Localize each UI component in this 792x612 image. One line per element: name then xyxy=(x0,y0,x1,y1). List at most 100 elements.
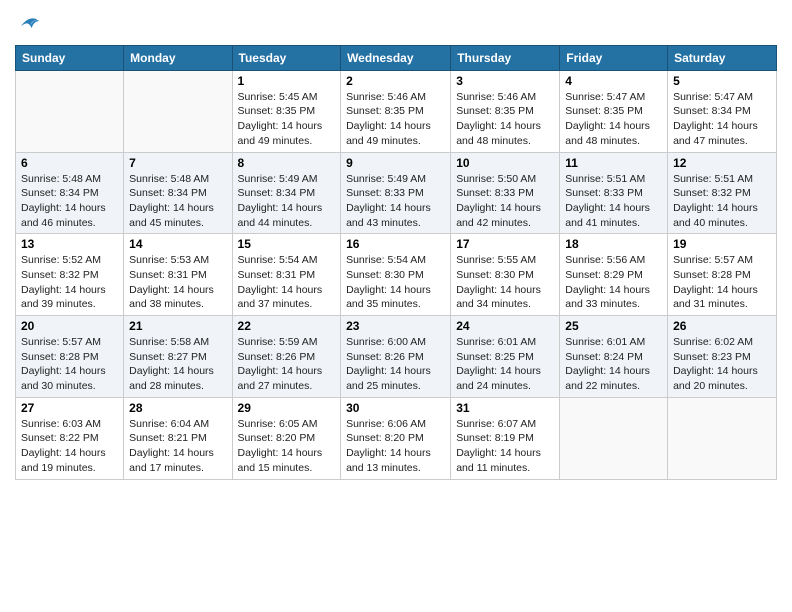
day-info: Sunrise: 6:06 AM Sunset: 8:20 PM Dayligh… xyxy=(346,417,445,476)
day-info: Sunrise: 6:02 AM Sunset: 8:23 PM Dayligh… xyxy=(673,335,771,394)
day-number: 21 xyxy=(129,319,226,333)
day-number: 31 xyxy=(456,401,554,415)
day-info: Sunrise: 6:00 AM Sunset: 8:26 PM Dayligh… xyxy=(346,335,445,394)
day-info: Sunrise: 5:45 AM Sunset: 8:35 PM Dayligh… xyxy=(238,90,336,149)
day-info: Sunrise: 5:49 AM Sunset: 8:33 PM Dayligh… xyxy=(346,172,445,231)
day-info: Sunrise: 5:48 AM Sunset: 8:34 PM Dayligh… xyxy=(21,172,118,231)
calendar-day-cell: 23 Sunrise: 6:00 AM Sunset: 8:26 PM Dayli… xyxy=(341,316,451,398)
calendar-week-row: 6 Sunrise: 5:48 AM Sunset: 8:34 PM Daylig… xyxy=(16,152,777,234)
day-number: 11 xyxy=(565,156,662,170)
day-info: Sunrise: 5:52 AM Sunset: 8:32 PM Dayligh… xyxy=(21,253,118,312)
day-number: 17 xyxy=(456,237,554,251)
calendar-day-cell: 14 Sunrise: 5:53 AM Sunset: 8:31 PM Dayli… xyxy=(124,234,232,316)
calendar-day-cell xyxy=(668,397,777,479)
calendar-day-cell xyxy=(16,70,124,152)
day-number: 8 xyxy=(238,156,336,170)
calendar-day-cell xyxy=(560,397,668,479)
day-info: Sunrise: 6:03 AM Sunset: 8:22 PM Dayligh… xyxy=(21,417,118,476)
day-info: Sunrise: 5:48 AM Sunset: 8:34 PM Dayligh… xyxy=(129,172,226,231)
day-number: 25 xyxy=(565,319,662,333)
weekday-header: Tuesday xyxy=(232,45,341,70)
day-number: 28 xyxy=(129,401,226,415)
day-info: Sunrise: 5:58 AM Sunset: 8:27 PM Dayligh… xyxy=(129,335,226,394)
day-number: 29 xyxy=(238,401,336,415)
day-info: Sunrise: 5:46 AM Sunset: 8:35 PM Dayligh… xyxy=(346,90,445,149)
day-number: 19 xyxy=(673,237,771,251)
header xyxy=(15,10,777,39)
calendar-day-cell: 24 Sunrise: 6:01 AM Sunset: 8:25 PM Dayli… xyxy=(451,316,560,398)
weekday-header: Wednesday xyxy=(341,45,451,70)
calendar-day-cell: 27 Sunrise: 6:03 AM Sunset: 8:22 PM Dayli… xyxy=(16,397,124,479)
calendar-day-cell: 5 Sunrise: 5:47 AM Sunset: 8:34 PM Daylig… xyxy=(668,70,777,152)
weekday-header: Monday xyxy=(124,45,232,70)
day-number: 6 xyxy=(21,156,118,170)
day-info: Sunrise: 5:47 AM Sunset: 8:34 PM Dayligh… xyxy=(673,90,771,149)
day-number: 15 xyxy=(238,237,336,251)
logo-text xyxy=(15,14,39,39)
day-info: Sunrise: 6:01 AM Sunset: 8:24 PM Dayligh… xyxy=(565,335,662,394)
day-info: Sunrise: 5:46 AM Sunset: 8:35 PM Dayligh… xyxy=(456,90,554,149)
calendar-day-cell: 2Sunrise: 5:46 AM Sunset: 8:35 PM Daylig… xyxy=(341,70,451,152)
calendar-day-cell: 26 Sunrise: 6:02 AM Sunset: 8:23 PM Dayli… xyxy=(668,316,777,398)
day-number: 30 xyxy=(346,401,445,415)
day-info: Sunrise: 5:47 AM Sunset: 8:35 PM Dayligh… xyxy=(565,90,662,149)
day-info: Sunrise: 5:59 AM Sunset: 8:26 PM Dayligh… xyxy=(238,335,336,394)
calendar-day-cell: 30 Sunrise: 6:06 AM Sunset: 8:20 PM Dayli… xyxy=(341,397,451,479)
day-info: Sunrise: 6:04 AM Sunset: 8:21 PM Dayligh… xyxy=(129,417,226,476)
weekday-header: Saturday xyxy=(668,45,777,70)
day-info: Sunrise: 5:51 AM Sunset: 8:33 PM Dayligh… xyxy=(565,172,662,231)
calendar-day-cell: 4 Sunrise: 5:47 AM Sunset: 8:35 PM Daylig… xyxy=(560,70,668,152)
calendar-day-cell: 13 Sunrise: 5:52 AM Sunset: 8:32 PM Dayli… xyxy=(16,234,124,316)
calendar-day-cell: 15 Sunrise: 5:54 AM Sunset: 8:31 PM Dayli… xyxy=(232,234,341,316)
day-number: 18 xyxy=(565,237,662,251)
day-info: Sunrise: 5:54 AM Sunset: 8:30 PM Dayligh… xyxy=(346,253,445,312)
day-info: Sunrise: 5:56 AM Sunset: 8:29 PM Dayligh… xyxy=(565,253,662,312)
calendar-table: SundayMondayTuesdayWednesdayThursdayFrid… xyxy=(15,45,777,480)
day-info: Sunrise: 6:05 AM Sunset: 8:20 PM Dayligh… xyxy=(238,417,336,476)
calendar-day-cell: 16Sunrise: 5:54 AM Sunset: 8:30 PM Dayli… xyxy=(341,234,451,316)
day-info: Sunrise: 6:07 AM Sunset: 8:19 PM Dayligh… xyxy=(456,417,554,476)
day-number: 20 xyxy=(21,319,118,333)
day-number: 24 xyxy=(456,319,554,333)
weekday-header: Sunday xyxy=(16,45,124,70)
day-number: 23 xyxy=(346,319,445,333)
day-number: 27 xyxy=(21,401,118,415)
calendar-day-cell: 10 Sunrise: 5:50 AM Sunset: 8:33 PM Dayli… xyxy=(451,152,560,234)
calendar-day-cell: 31 Sunrise: 6:07 AM Sunset: 8:19 PM Dayli… xyxy=(451,397,560,479)
weekday-header: Friday xyxy=(560,45,668,70)
calendar-day-cell: 11 Sunrise: 5:51 AM Sunset: 8:33 PM Dayli… xyxy=(560,152,668,234)
calendar-day-cell: 29 Sunrise: 6:05 AM Sunset: 8:20 PM Dayli… xyxy=(232,397,341,479)
calendar-day-cell xyxy=(124,70,232,152)
day-info: Sunrise: 6:01 AM Sunset: 8:25 PM Dayligh… xyxy=(456,335,554,394)
day-info: Sunrise: 5:54 AM Sunset: 8:31 PM Dayligh… xyxy=(238,253,336,312)
calendar-week-row: 13 Sunrise: 5:52 AM Sunset: 8:32 PM Dayli… xyxy=(16,234,777,316)
day-info: Sunrise: 5:49 AM Sunset: 8:34 PM Dayligh… xyxy=(238,172,336,231)
calendar-day-cell: 6 Sunrise: 5:48 AM Sunset: 8:34 PM Daylig… xyxy=(16,152,124,234)
day-number: 10 xyxy=(456,156,554,170)
calendar-day-cell: 28 Sunrise: 6:04 AM Sunset: 8:21 PM Dayli… xyxy=(124,397,232,479)
logo-bird-icon xyxy=(17,12,39,34)
day-number: 1 xyxy=(238,74,336,88)
day-number: 13 xyxy=(21,237,118,251)
calendar-day-cell: 9Sunrise: 5:49 AM Sunset: 8:33 PM Daylig… xyxy=(341,152,451,234)
day-number: 3 xyxy=(456,74,554,88)
day-number: 4 xyxy=(565,74,662,88)
calendar-day-cell: 12 Sunrise: 5:51 AM Sunset: 8:32 PM Dayli… xyxy=(668,152,777,234)
calendar-day-cell: 7 Sunrise: 5:48 AM Sunset: 8:34 PM Daylig… xyxy=(124,152,232,234)
day-info: Sunrise: 5:50 AM Sunset: 8:33 PM Dayligh… xyxy=(456,172,554,231)
calendar-week-row: 27 Sunrise: 6:03 AM Sunset: 8:22 PM Dayli… xyxy=(16,397,777,479)
day-number: 14 xyxy=(129,237,226,251)
day-info: Sunrise: 5:57 AM Sunset: 8:28 PM Dayligh… xyxy=(673,253,771,312)
day-info: Sunrise: 5:51 AM Sunset: 8:32 PM Dayligh… xyxy=(673,172,771,231)
calendar-day-cell: 19 Sunrise: 5:57 AM Sunset: 8:28 PM Dayli… xyxy=(668,234,777,316)
day-number: 5 xyxy=(673,74,771,88)
day-number: 26 xyxy=(673,319,771,333)
calendar-day-cell: 17Sunrise: 5:55 AM Sunset: 8:30 PM Dayli… xyxy=(451,234,560,316)
weekday-header: Thursday xyxy=(451,45,560,70)
calendar-day-cell: 8 Sunrise: 5:49 AM Sunset: 8:34 PM Daylig… xyxy=(232,152,341,234)
day-info: Sunrise: 5:53 AM Sunset: 8:31 PM Dayligh… xyxy=(129,253,226,312)
calendar-day-cell: 21 Sunrise: 5:58 AM Sunset: 8:27 PM Dayli… xyxy=(124,316,232,398)
logo xyxy=(15,14,39,39)
day-number: 7 xyxy=(129,156,226,170)
day-number: 12 xyxy=(673,156,771,170)
